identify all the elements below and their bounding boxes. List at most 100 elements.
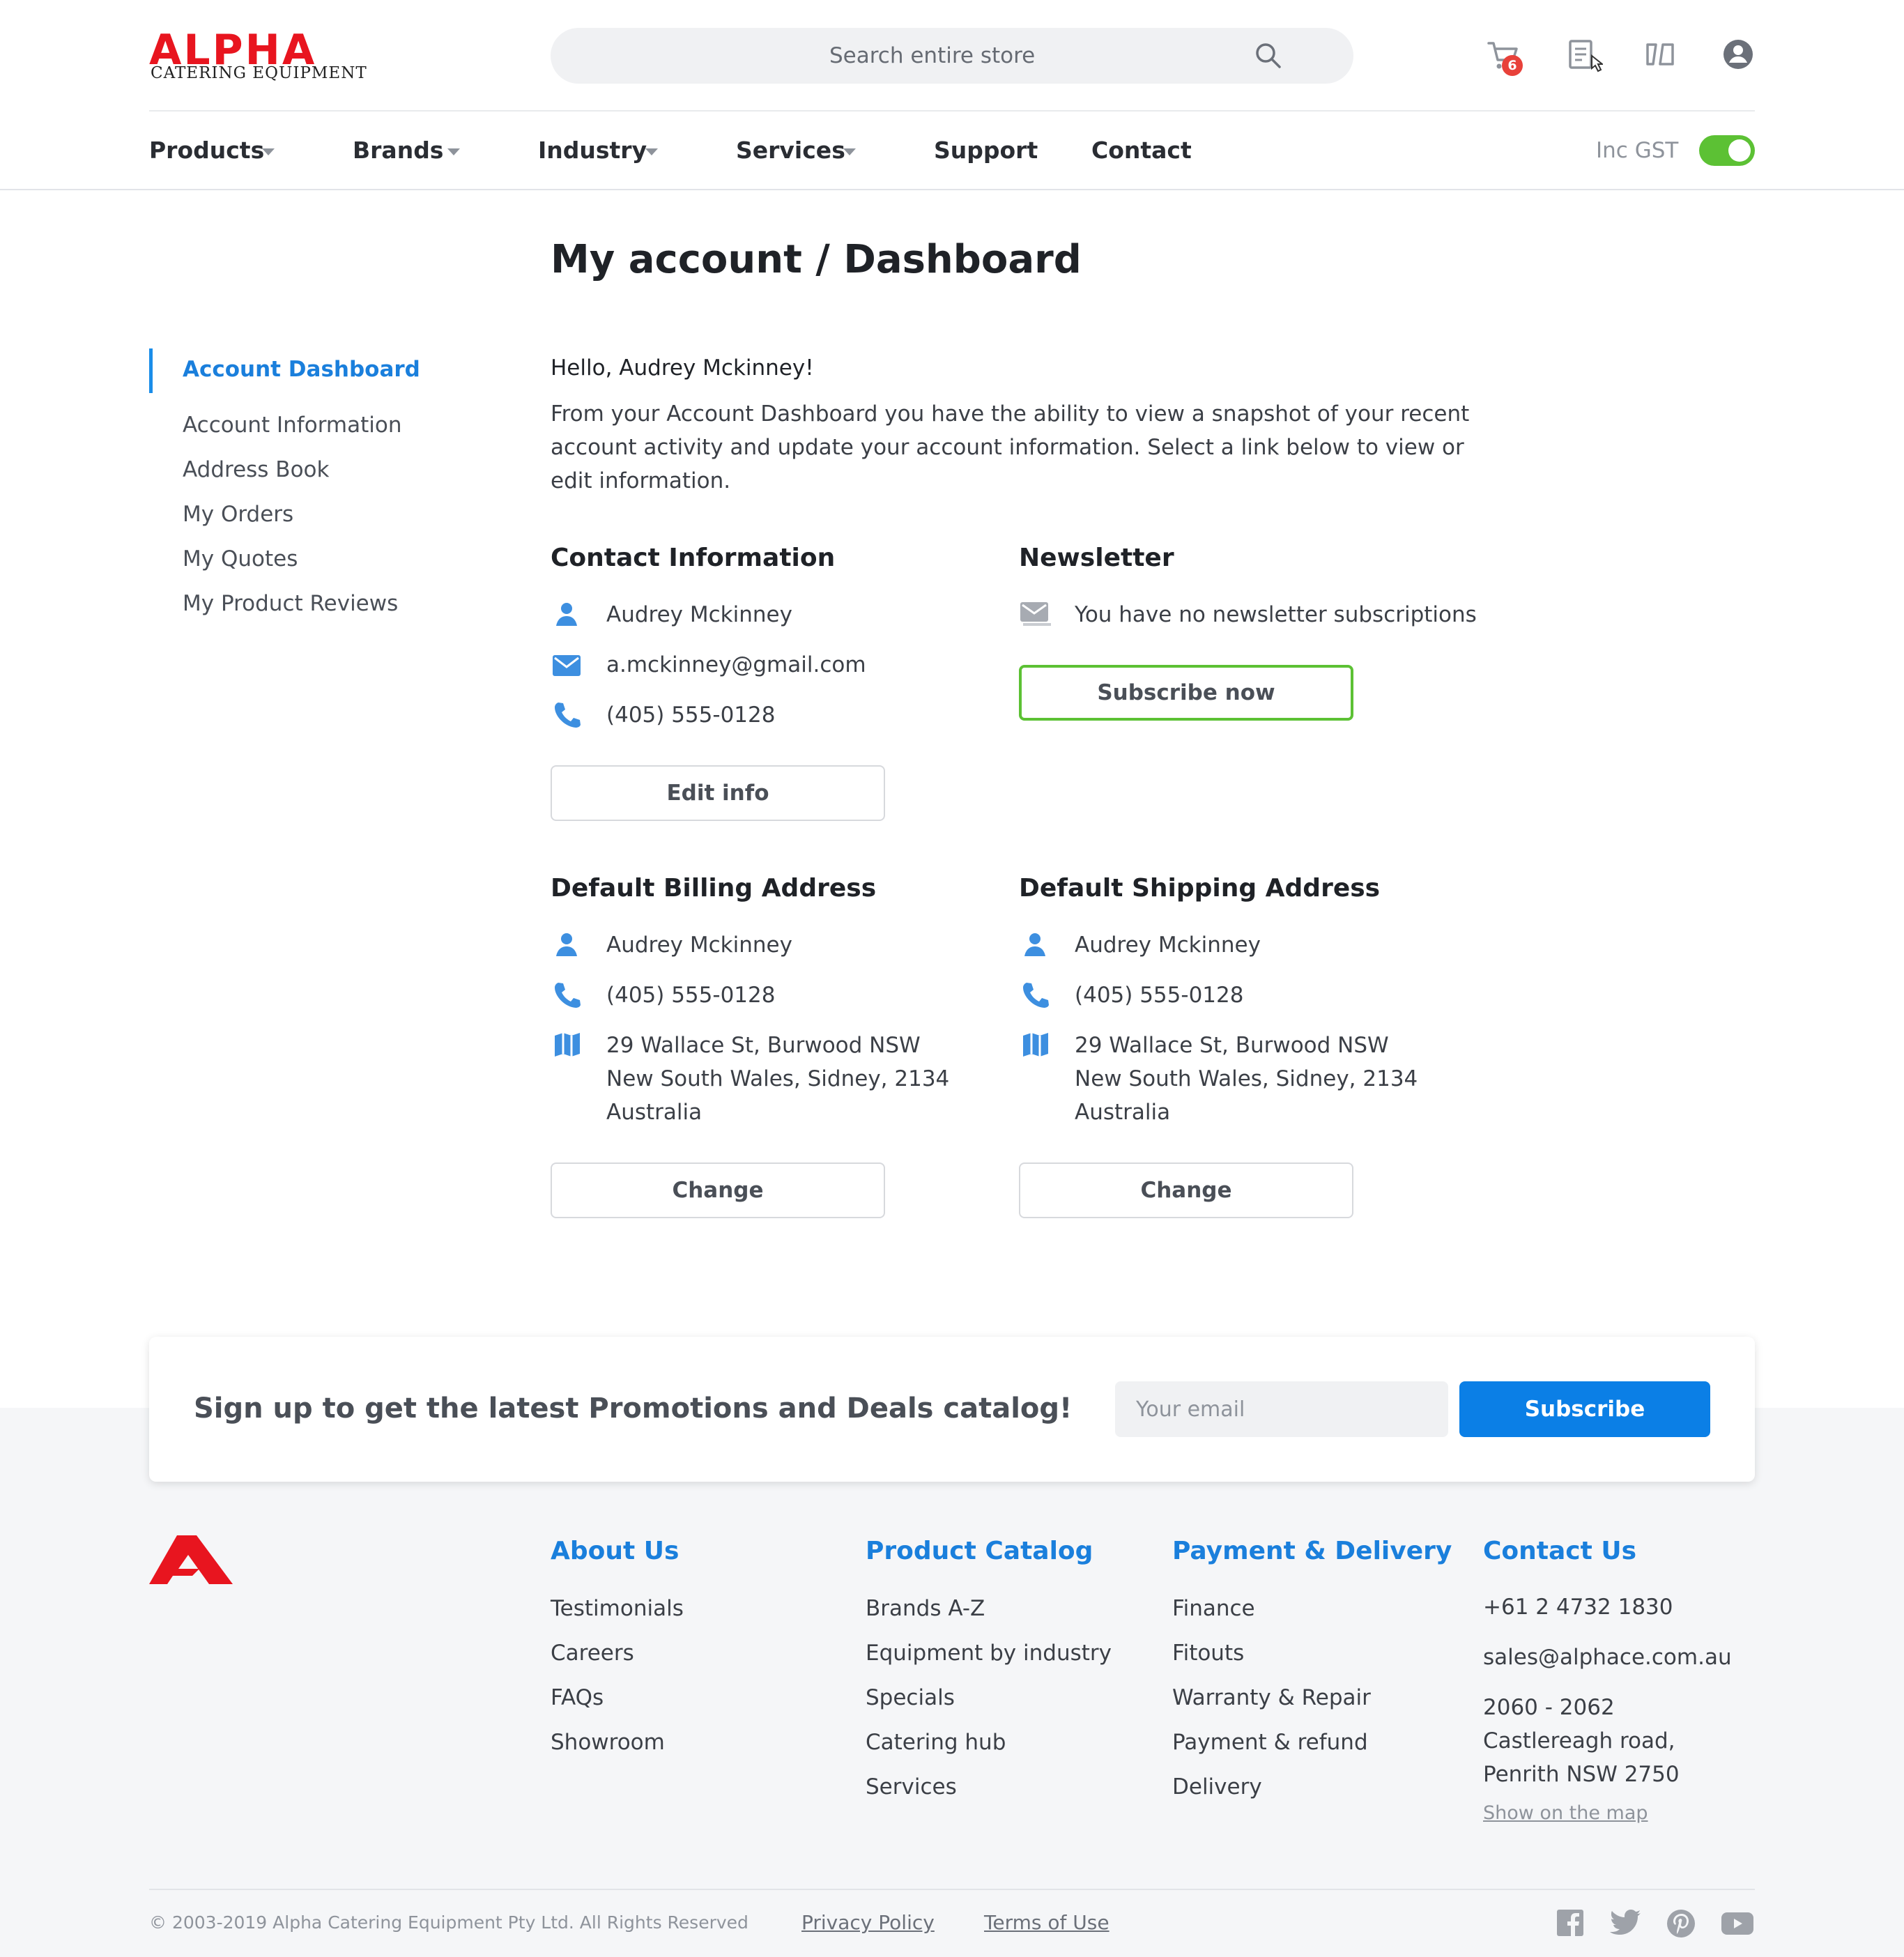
- search-bar[interactable]: Search entire store: [551, 28, 1353, 84]
- twitter-icon[interactable]: [1610, 1910, 1641, 1936]
- sidebar-item-my-quotes[interactable]: My Quotes: [183, 546, 298, 571]
- page-title: My account / Dashboard: [551, 237, 1082, 282]
- phone-icon: [554, 701, 581, 728]
- gst-toggle-label: Inc GST: [1596, 138, 1679, 163]
- footer-link-equipment-by-industry[interactable]: Equipment by industry: [866, 1641, 1112, 1666]
- footer-link-specials[interactable]: Specials: [866, 1685, 955, 1710]
- shipping-address-title: Default Shipping Address: [1019, 874, 1381, 903]
- billing-phone: (405) 555-0128: [606, 983, 776, 1008]
- greeting: Hello, Audrey Mckinney!: [551, 355, 814, 381]
- shipping-address-line2: New South Wales, Sidney, 2134: [1075, 1066, 1418, 1091]
- shipping-phone: (405) 555-0128: [1075, 983, 1244, 1008]
- show-on-map-link[interactable]: Show on the map: [1483, 1802, 1648, 1824]
- sidebar-item-address-book[interactable]: Address Book: [183, 457, 329, 482]
- footer-link-showroom[interactable]: Showroom: [551, 1730, 665, 1755]
- nav-support[interactable]: Support: [934, 137, 1038, 164]
- chevron-down-icon[interactable]: [262, 148, 275, 155]
- footer-link-warranty-repair[interactable]: Warranty & Repair: [1172, 1685, 1371, 1710]
- map-icon: [554, 1031, 581, 1058]
- billing-name: Audrey Mckinney: [606, 933, 792, 958]
- footer-link-faqs[interactable]: FAQs: [551, 1685, 604, 1710]
- shipping-address-line1: 29 Wallace St, Burwood NSW: [1075, 1033, 1389, 1058]
- sidebar-item-account-information[interactable]: Account Information: [183, 413, 401, 438]
- newsletter-signup-banner: Sign up to get the latest Promotions and…: [149, 1337, 1755, 1482]
- sidebar-active-indicator: [149, 348, 153, 393]
- phone-icon: [1022, 981, 1049, 1008]
- terms-of-use-link[interactable]: Terms of Use: [984, 1911, 1110, 1934]
- account-icon[interactable]: [1723, 39, 1753, 70]
- cart-count-badge: 6: [1502, 55, 1523, 76]
- footer-link-careers[interactable]: Careers: [551, 1641, 634, 1666]
- user-icon: [555, 933, 578, 958]
- footer-about-title: About Us: [551, 1537, 680, 1565]
- nav-brands[interactable]: Brands: [353, 137, 443, 164]
- billing-address-title: Default Billing Address: [551, 874, 877, 903]
- nav-contact[interactable]: Contact: [1091, 137, 1192, 164]
- footer-link-finance[interactable]: Finance: [1172, 1596, 1255, 1621]
- compare-icon[interactable]: [1645, 39, 1675, 70]
- chevron-down-icon[interactable]: [645, 148, 658, 155]
- newsletter-title: Newsletter: [1019, 544, 1174, 572]
- shipping-address-line3: Australia: [1075, 1100, 1171, 1125]
- quote-list-icon[interactable]: [1568, 39, 1603, 74]
- footer-catalog-title: Product Catalog: [866, 1537, 1093, 1565]
- chevron-down-icon[interactable]: [843, 148, 856, 155]
- contact-information-title: Contact Information: [551, 544, 836, 572]
- chevron-down-icon[interactable]: [447, 148, 460, 155]
- footer-phone[interactable]: +61 2 4732 1830: [1483, 1590, 1673, 1624]
- search-icon[interactable]: [1254, 42, 1282, 70]
- toggle-knob: [1728, 139, 1751, 162]
- sidebar-item-account-dashboard[interactable]: Account Dashboard: [183, 357, 420, 382]
- nav-products[interactable]: Products: [149, 137, 264, 164]
- dashboard-intro: From your Account Dashboard you have the…: [551, 401, 1470, 493]
- newsletter-icon: [1020, 602, 1051, 627]
- youtube-icon[interactable]: [1721, 1912, 1753, 1935]
- footer-link-brands-az[interactable]: Brands A-Z: [866, 1596, 985, 1621]
- gst-toggle[interactable]: [1699, 135, 1755, 166]
- nav-services[interactable]: Services: [736, 137, 845, 164]
- alpha-logo-mark-icon[interactable]: [149, 1535, 233, 1584]
- user-icon: [555, 602, 578, 627]
- billing-address-line3: Australia: [606, 1100, 703, 1125]
- footer-link-testimonials[interactable]: Testimonials: [551, 1596, 684, 1621]
- billing-address-line2: New South Wales, Sidney, 2134: [606, 1066, 950, 1091]
- privacy-policy-link[interactable]: Privacy Policy: [801, 1911, 935, 1934]
- sidebar-item-my-product-reviews[interactable]: My Product Reviews: [183, 591, 398, 616]
- email-icon: [553, 655, 581, 676]
- map-icon: [1022, 1031, 1049, 1058]
- phone-icon: [554, 981, 581, 1008]
- footer-link-services[interactable]: Services: [866, 1774, 957, 1799]
- footer-email[interactable]: sales@alphace.com.au: [1483, 1641, 1732, 1674]
- sidebar-item-my-orders[interactable]: My Orders: [183, 502, 293, 527]
- site-header: ALPHA CATERING EQUIPMENT Search entire s…: [0, 0, 1904, 190]
- search-input[interactable]: Search entire store: [829, 43, 1035, 68]
- footer-link-delivery[interactable]: Delivery: [1172, 1774, 1262, 1799]
- change-shipping-button[interactable]: Change: [1019, 1162, 1353, 1218]
- footer: [0, 1408, 1904, 1957]
- subscribe-now-button[interactable]: Subscribe now: [1019, 665, 1353, 721]
- nav-industry[interactable]: Industry: [538, 137, 647, 164]
- contact-email: a.mckinney@gmail.com: [606, 652, 866, 677]
- pinterest-icon[interactable]: [1667, 1910, 1695, 1937]
- edit-info-button[interactable]: Edit info: [551, 765, 885, 821]
- footer-address-line1: 2060 - 2062: [1483, 1695, 1615, 1720]
- header-divider: [149, 110, 1755, 112]
- footer-contact-title: Contact Us: [1483, 1537, 1637, 1565]
- contact-phone: (405) 555-0128: [606, 703, 776, 728]
- shipping-name: Audrey Mckinney: [1075, 933, 1261, 958]
- footer-payment-title: Payment & Delivery: [1172, 1537, 1452, 1565]
- footer-link-catering-hub[interactable]: Catering hub: [866, 1730, 1006, 1755]
- facebook-icon[interactable]: [1557, 1910, 1583, 1936]
- user-icon: [1023, 933, 1047, 958]
- footer-link-payment-refund[interactable]: Payment & refund: [1172, 1730, 1368, 1755]
- signup-banner-text: Sign up to get the latest Promotions and…: [194, 1392, 1073, 1425]
- subscribe-button[interactable]: Subscribe: [1459, 1381, 1710, 1437]
- logo-subtitle: CATERING EQUIPMENT: [151, 64, 367, 82]
- change-billing-button[interactable]: Change: [551, 1162, 885, 1218]
- billing-address-line1: 29 Wallace St, Burwood NSW: [606, 1033, 921, 1058]
- alpha-logo[interactable]: ALPHA CATERING EQUIPMENT: [149, 29, 367, 85]
- signup-email-input[interactable]: [1115, 1381, 1448, 1437]
- footer-address-line2: Castlereagh road,: [1483, 1728, 1675, 1753]
- copyright: © 2003-2019 Alpha Catering Equipment Pty…: [149, 1912, 748, 1933]
- footer-link-fitouts[interactable]: Fitouts: [1172, 1641, 1244, 1666]
